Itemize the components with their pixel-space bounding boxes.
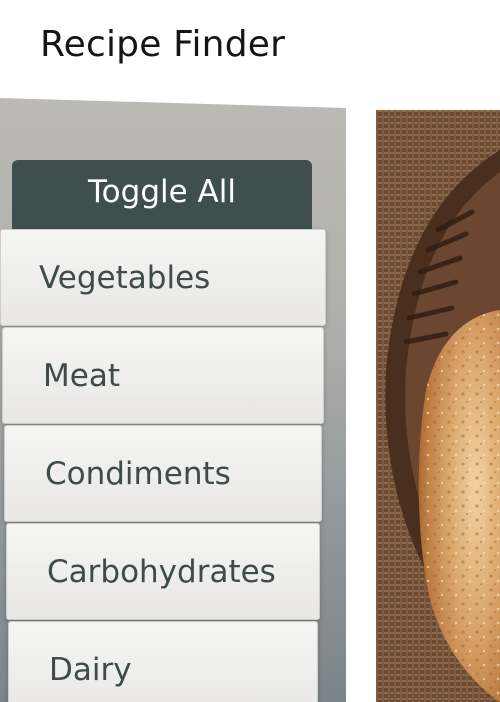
category-item-condiments[interactable]: Condiments — [4, 425, 322, 522]
recipe-image[interactable] — [376, 110, 500, 702]
category-item-carbohydrates[interactable]: Carbohydrates — [6, 523, 320, 620]
category-item-vegetables[interactable]: Vegetables — [0, 229, 326, 326]
category-item-dairy[interactable]: Dairy — [8, 621, 318, 702]
page: Recipe Finder Toggle All Vegetables Meat… — [0, 0, 500, 702]
bread-photo — [376, 110, 500, 702]
category-item-meat[interactable]: Meat — [2, 327, 324, 424]
page-title: Recipe Finder — [40, 24, 286, 65]
toggle-all-button[interactable]: Toggle All — [12, 160, 312, 232]
